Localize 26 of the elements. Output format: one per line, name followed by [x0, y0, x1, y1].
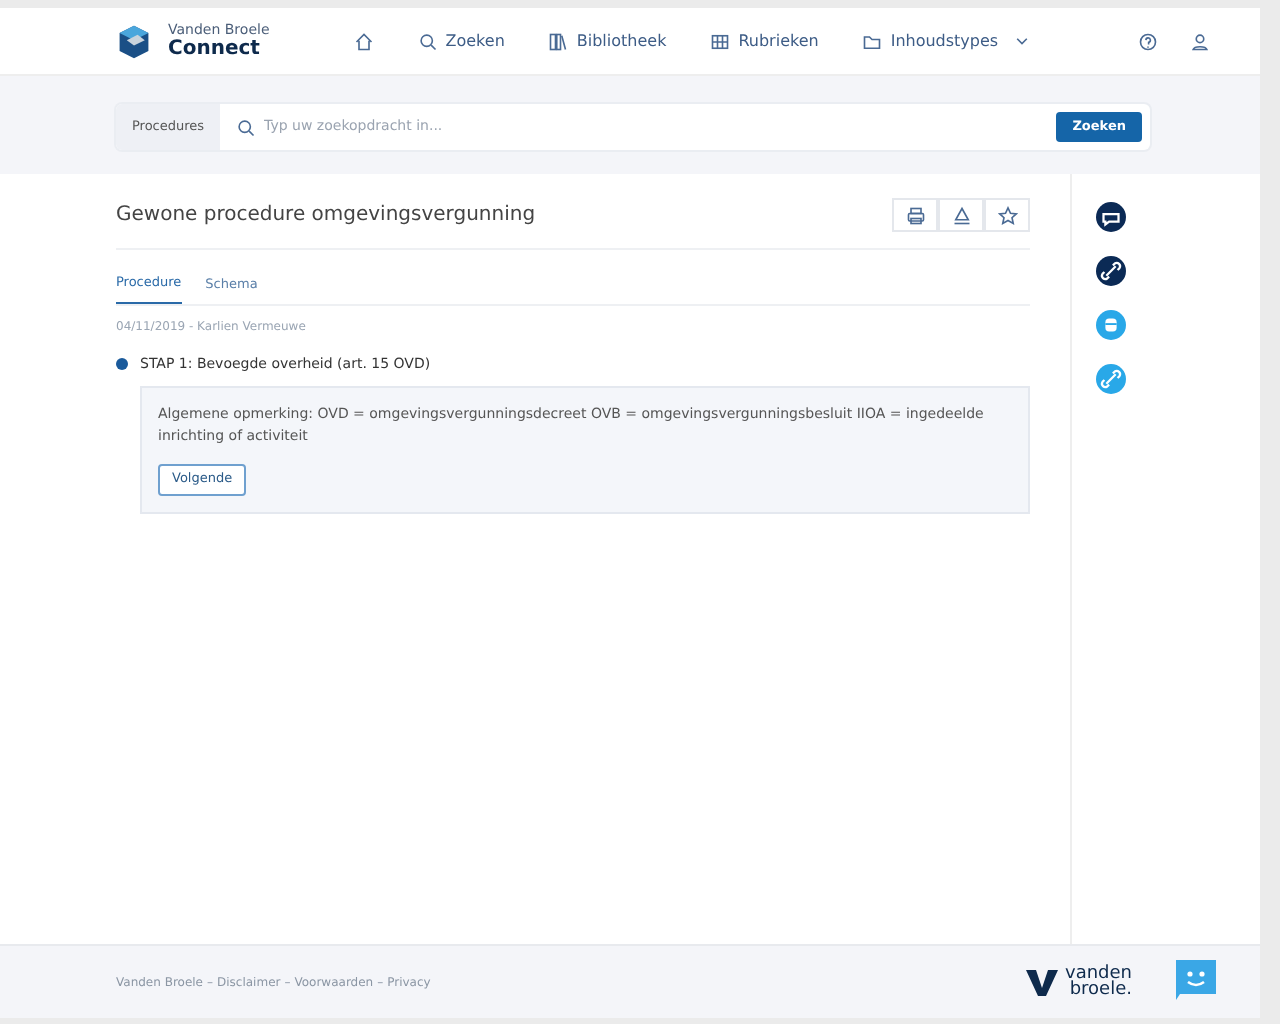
books-icon — [548, 31, 569, 51]
brand-title: Connect — [168, 37, 262, 59]
home-icon — [353, 31, 374, 51]
search-icon — [236, 117, 257, 137]
help-button[interactable] — [1138, 31, 1159, 51]
nav-link[interactable]: Zoeken — [417, 29, 505, 53]
user-button[interactable] — [1190, 31, 1211, 51]
printer-icon — [905, 205, 925, 225]
home-link[interactable] — [353, 31, 374, 51]
favorite-button[interactable] — [984, 198, 1030, 232]
chat-button[interactable] — [1096, 202, 1126, 232]
step-dot — [116, 358, 128, 370]
favorite-icon — [997, 205, 1017, 225]
grid-icon — [710, 31, 731, 51]
footer-logo: vanden broele. — [1065, 965, 1132, 999]
logo-icon — [116, 23, 152, 59]
nav-link[interactable]: Rubrieken — [710, 29, 819, 53]
database-button[interactable] — [1096, 310, 1126, 340]
link-button[interactable] — [1096, 256, 1126, 286]
folder-icon — [862, 31, 883, 51]
nav-link[interactable]: Bibliotheek — [548, 29, 667, 53]
printer-button[interactable] — [892, 198, 938, 232]
search-icon — [417, 31, 438, 51]
logo-icon — [1025, 968, 1057, 996]
document-title: Gewone procedure omgevingsvergunning — [116, 202, 536, 230]
nav-link[interactable]: Inhoudstypes — [862, 29, 1031, 53]
